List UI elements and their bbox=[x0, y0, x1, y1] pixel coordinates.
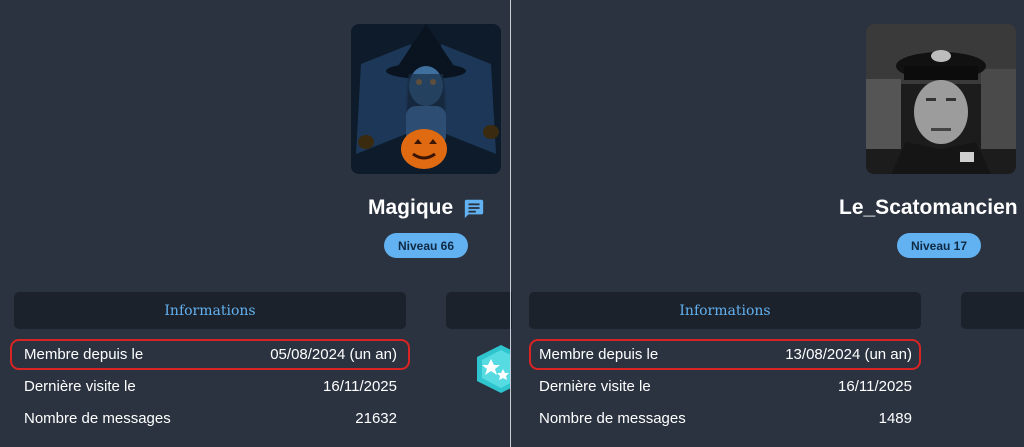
avatar-image bbox=[351, 24, 501, 174]
row-label: Nombre de messages bbox=[24, 409, 171, 427]
row-value: 21632 bbox=[355, 409, 397, 427]
chat-bubble-icon[interactable] bbox=[463, 197, 485, 219]
annotation-highlight bbox=[529, 339, 921, 370]
panel-divider bbox=[510, 0, 511, 447]
message-count-row: Nombre de messages 21632 bbox=[24, 406, 397, 430]
row-label: Dernière visite le bbox=[539, 377, 651, 395]
star-badge-icon[interactable] bbox=[477, 345, 512, 393]
tab-label: Informations bbox=[679, 302, 771, 319]
tab-partial[interactable] bbox=[961, 292, 1024, 329]
row-label: Dernière visite le bbox=[24, 377, 136, 395]
level-badge: Niveau 66 bbox=[384, 233, 469, 258]
last-visit-row: Dernière visite le 16/11/2025 bbox=[24, 374, 397, 398]
avatar[interactable] bbox=[866, 24, 1016, 174]
annotation-highlight bbox=[10, 339, 410, 370]
row-label: Nombre de messages bbox=[539, 409, 686, 427]
level-badge: Niveau 17 bbox=[897, 233, 982, 258]
row-value: 16/11/2025 bbox=[323, 377, 397, 395]
profile-card-magique: Magique Niveau 66 Informations Membre de… bbox=[0, 0, 512, 447]
profile-card-le-scatomancien: Le_Scatomancien Niveau 17 Informations M… bbox=[512, 0, 1024, 447]
username[interactable]: Magique bbox=[368, 196, 453, 220]
tab-label: Informations bbox=[164, 302, 256, 319]
username[interactable]: Le_Scatomancien bbox=[839, 196, 1018, 220]
tab-informations[interactable]: Informations bbox=[529, 292, 921, 329]
message-count-row: Nombre de messages 1489 bbox=[539, 406, 912, 430]
row-value: 1489 bbox=[878, 409, 912, 427]
tab-partial[interactable] bbox=[446, 292, 512, 329]
tab-informations[interactable]: Informations bbox=[14, 292, 406, 329]
row-value: 16/11/2025 bbox=[838, 377, 912, 395]
username-row: Magique bbox=[368, 193, 485, 223]
avatar[interactable] bbox=[351, 24, 501, 174]
last-visit-row: Dernière visite le 16/11/2025 bbox=[539, 374, 912, 398]
avatar-image bbox=[866, 24, 1016, 174]
username-row: Le_Scatomancien bbox=[839, 193, 1024, 223]
